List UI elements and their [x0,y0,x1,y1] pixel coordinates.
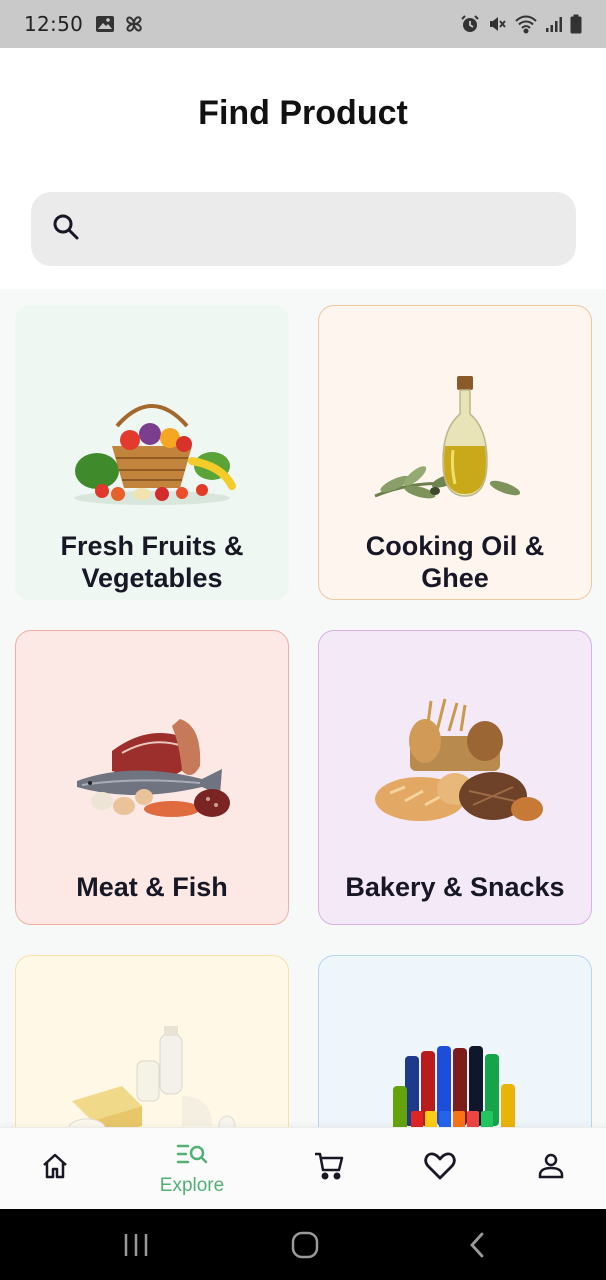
status-bar: 12:50 [0,0,606,48]
category-card-fruits-vegetables[interactable]: Fresh Fruits & Vegetables [15,305,289,600]
mute-icon [487,14,507,34]
bread-image [375,698,543,821]
category-label: Fresh Fruits & Vegetables [60,531,244,593]
nav-item-cart[interactable] [274,1128,384,1210]
wifi-icon [514,14,538,34]
back-icon[interactable] [462,1229,492,1261]
home-circle-icon[interactable] [288,1229,322,1261]
home-icon [40,1151,70,1186]
search-input[interactable] [95,192,576,266]
system-navigation-bar [0,1209,606,1280]
beverages-image [393,1046,515,1127]
battery-icon [570,14,582,34]
category-label: Meat & Fish [76,872,228,902]
alarm-icon [460,14,480,34]
gallery-icon [95,15,115,33]
bottom-navigation: Explore [0,1127,606,1209]
category-grid: Fresh Fruits & Vegetables Cooking Oil & Gh… [0,289,606,1127]
meat-fish-image [77,719,230,817]
pinwheel-icon [123,13,145,35]
dairy-image [68,1026,236,1127]
category-card-bakery-snacks[interactable]: Bakery & Snacks [318,630,592,925]
category-label: Cooking Oil & Ghee [365,531,545,593]
fruit-basket-image [74,404,236,505]
category-label: Bakery & Snacks [345,872,565,902]
nav-item-explore[interactable]: Explore [137,1128,247,1210]
nav-item-account[interactable] [496,1128,606,1210]
heart-icon [424,1151,456,1186]
signal-icon [545,15,563,33]
status-time: 12:50 [24,12,84,36]
category-card-beverages[interactable] [318,955,592,1127]
search-icon [51,212,81,247]
user-icon [536,1151,566,1186]
nav-label-explore: Explore [159,1174,225,1196]
explore-icon [176,1142,208,1173]
category-card-meat-fish[interactable]: Meat & Fish [15,630,289,925]
olive-oil-image [374,376,521,499]
category-card-cooking-oil[interactable]: Cooking Oil & Ghee [318,305,592,600]
search-bar[interactable] [31,192,576,266]
category-card-dairy[interactable] [15,955,289,1127]
nav-item-favourite[interactable] [385,1128,495,1210]
recents-icon[interactable] [120,1229,152,1261]
cart-icon [313,1150,345,1187]
page-title: Find Product [198,94,408,132]
nav-item-home[interactable] [0,1128,110,1210]
